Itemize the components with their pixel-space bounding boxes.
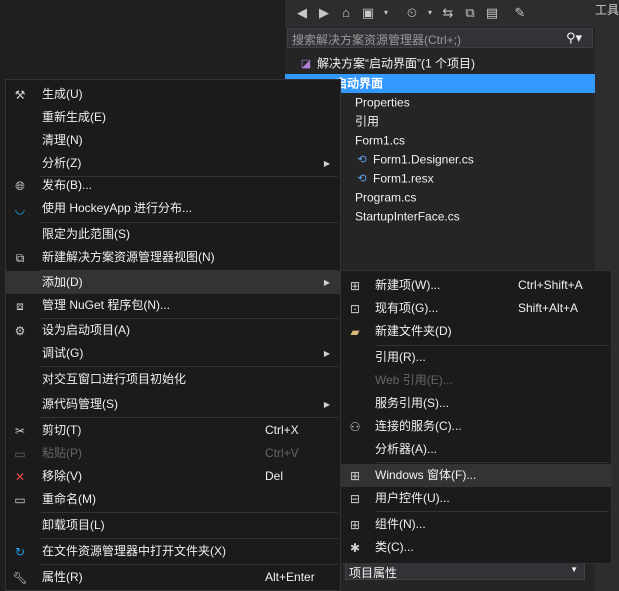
menu-separator	[40, 366, 338, 367]
new-item-icon: ⊞	[349, 279, 361, 293]
collapse-all-icon[interactable]: ⧉	[461, 4, 479, 22]
menu-item-build[interactable]: ⚒ 生成(U)	[6, 83, 340, 106]
properties-wrench-icon[interactable]: ✎	[511, 4, 529, 22]
menu-item-component[interactable]: ⊞ 组件(N)...	[341, 513, 611, 536]
solution-icon: ◪	[300, 57, 312, 70]
resx-file-icon: ⟲	[357, 172, 367, 185]
chevron-down-icon[interactable]: ▾	[421, 4, 439, 22]
project-context-menu: ⚒ 生成(U) 重新生成(E) 清理(N) 分析(Z) ▶ 🌐︎ 发布(B)... ◡…	[5, 79, 341, 591]
submenu-arrow-icon: ▶	[323, 349, 330, 358]
menu-item-scope-to-this[interactable]: 限定为此范围(S)	[6, 223, 340, 246]
menu-item-source-control[interactable]: 源代码管理(S) ▶	[6, 393, 340, 416]
remove-icon: ✕	[14, 470, 26, 484]
submenu-arrow-icon: ▶	[323, 400, 330, 409]
menu-item-paste[interactable]: ▭ 粘贴(P) Ctrl+V	[6, 442, 340, 465]
rename-icon: ▭	[14, 493, 26, 507]
menu-item-reference[interactable]: 引用(R)...	[341, 346, 611, 369]
menu-separator	[375, 462, 609, 463]
properties-object-dropdown[interactable]: 项目属性 ▼	[345, 562, 585, 580]
show-all-files-icon[interactable]: ▤	[483, 4, 501, 22]
tree-item-form1[interactable]: Form1.cs	[337, 131, 405, 150]
solution-explorer-toolbar: ◀ ▶ ⌂ ▣ ▾ ⏲ ▾ ⇆ ⧉ ▤ ✎	[285, 0, 595, 27]
tree-item-solution[interactable]: ◪ 解决方案“启动界面”(1 个项目)	[299, 54, 475, 73]
menu-item-analyzer[interactable]: 分析器(A)...	[341, 438, 611, 461]
wrench-icon: 🔧︎	[12, 571, 28, 585]
back-icon[interactable]: ◀	[293, 4, 311, 22]
refresh-icon[interactable]: ⇆	[439, 4, 457, 22]
gear-icon: ⚙	[14, 324, 26, 338]
refresh-icon: ↻	[14, 545, 26, 559]
menu-item-hockeyapp[interactable]: ◡ 使用 HockeyApp 进行分布...	[6, 197, 340, 220]
component-icon: ⊞	[349, 518, 361, 532]
menu-item-properties[interactable]: 🔧︎ 属性(R) Alt+Enter	[6, 566, 340, 589]
menu-item-existing-item[interactable]: ⊡ 现有项(G)... Shift+Alt+A	[341, 297, 611, 320]
menu-item-remove[interactable]: ✕ 移除(V) Del	[6, 465, 340, 488]
menu-item-user-control[interactable]: ⊟ 用户控件(U)...	[341, 487, 611, 510]
cut-icon: ✂	[14, 424, 26, 438]
toolbox-tab[interactable]: 工具	[595, 0, 619, 20]
paste-icon: ▭	[14, 447, 26, 461]
menu-item-new-item[interactable]: ⊞ 新建项(W)... Ctrl+Shift+A	[341, 274, 611, 297]
windows-form-icon: ⊞	[349, 469, 361, 483]
tree-item-references[interactable]: 引用	[337, 112, 379, 131]
menu-item-clean[interactable]: 清理(N)	[6, 129, 340, 152]
new-view-icon: ⧉	[15, 251, 25, 265]
menu-separator	[40, 564, 338, 565]
menu-item-web-reference[interactable]: Web 引用(E)...	[341, 369, 611, 392]
tree-item-form1-designer[interactable]: ⟲ Form1.Designer.cs	[355, 150, 473, 169]
solution-explorer-search[interactable]: 搜索解决方案资源管理器(Ctrl+;) ⚲▾	[287, 28, 593, 48]
menu-item-analyze[interactable]: 分析(Z) ▶	[6, 152, 340, 175]
chevron-down-icon[interactable]: ▾	[377, 4, 395, 22]
menu-item-service-reference[interactable]: 服务引用(S)...	[341, 392, 611, 415]
new-folder-icon: ▰	[350, 325, 360, 339]
build-icon: ⚒	[14, 88, 26, 102]
menu-item-manage-nuget[interactable]: ⧈ 管理 NuGet 程序包(N)...	[6, 294, 340, 317]
pending-changes-icon[interactable]: ⏲	[403, 4, 421, 22]
tree-item-program[interactable]: Program.cs	[337, 188, 416, 207]
menu-item-cut[interactable]: ✂ 剪切(T) Ctrl+X	[6, 419, 340, 442]
csharp-file-icon: ⟲	[357, 153, 367, 166]
sync-view-icon[interactable]: ▣	[359, 4, 377, 22]
menu-item-open-in-explorer[interactable]: ↻ 在文件资源管理器中打开文件夹(X)	[6, 540, 340, 563]
menu-item-add[interactable]: 添加(D) ▶	[6, 271, 340, 294]
menu-item-rename[interactable]: ▭ 重命名(M)	[6, 488, 340, 511]
add-submenu: ⊞ 新建项(W)... Ctrl+Shift+A ⊡ 现有项(G)... Shift+A…	[340, 270, 612, 564]
menu-item-init-interactive[interactable]: 对交互窗口进行项目初始化	[6, 368, 340, 391]
submenu-arrow-icon: ▶	[323, 278, 330, 287]
hockeyapp-icon: ◡	[14, 202, 26, 216]
menu-separator	[40, 538, 338, 539]
menu-item-connected-service[interactable]: ⚇ 连接的服务(C)...	[341, 415, 611, 438]
submenu-arrow-icon: ▶	[323, 159, 330, 168]
tree-item-properties[interactable]: Properties	[337, 93, 410, 112]
nuget-icon: ⧈	[16, 299, 24, 313]
chevron-down-icon: ▼	[570, 565, 578, 574]
menu-item-new-folder[interactable]: ▰ 新建文件夹(D)	[341, 320, 611, 343]
menu-item-unload-project[interactable]: 卸载项目(L)	[6, 514, 340, 537]
home-icon[interactable]: ⌂	[337, 4, 355, 22]
menu-item-rebuild[interactable]: 重新生成(E)	[6, 106, 340, 129]
forward-icon[interactable]: ▶	[315, 4, 333, 22]
tree-item-startup-interface[interactable]: StartupInterFace.cs	[337, 207, 460, 226]
globe-icon: 🌐︎	[15, 179, 25, 193]
menu-item-set-startup[interactable]: ⚙ 设为启动项目(A)	[6, 319, 340, 342]
menu-item-debug[interactable]: 调试(G) ▶	[6, 342, 340, 365]
class-icon: ✱	[349, 541, 361, 555]
existing-item-icon: ⊡	[349, 302, 361, 316]
menu-item-windows-form[interactable]: ⊞ Windows 窗体(F)...	[341, 464, 611, 487]
search-icon[interactable]: ⚲▾	[566, 30, 582, 46]
search-placeholder: 搜索解决方案资源管理器(Ctrl+;)	[292, 33, 461, 47]
menu-item-class[interactable]: ✱ 类(C)...	[341, 536, 611, 559]
user-control-icon: ⊟	[349, 492, 361, 506]
menu-separator	[40, 417, 338, 418]
menu-item-new-se-view[interactable]: ⧉ 新建解决方案资源管理器视图(N)	[6, 246, 340, 269]
menu-item-publish[interactable]: 🌐︎ 发布(B)...	[6, 174, 340, 197]
tree-item-form1-resx[interactable]: ⟲ Form1.resx	[355, 169, 433, 188]
connected-service-icon: ⚇	[349, 420, 361, 434]
menu-separator	[40, 512, 338, 513]
menu-separator	[375, 511, 609, 512]
